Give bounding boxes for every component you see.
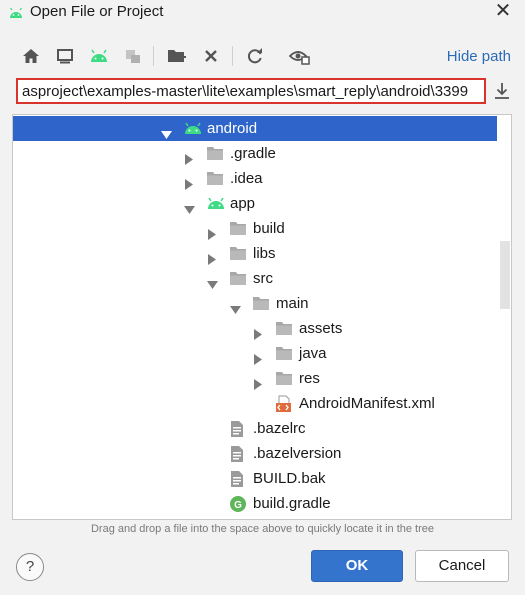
tree-row[interactable]: app	[13, 191, 497, 216]
folder-icon	[252, 295, 270, 312]
ok-button[interactable]: OK	[311, 550, 403, 582]
tree-row[interactable]: .gradle	[13, 141, 497, 166]
collapsed-arrow-icon[interactable]	[253, 348, 263, 365]
folder-icon	[229, 270, 247, 287]
folder-icon	[229, 220, 247, 237]
help-button[interactable]: ?	[16, 553, 44, 581]
android-icon	[10, 7, 22, 18]
collapsed-arrow-icon[interactable]	[253, 323, 263, 340]
tree-row-label: build	[253, 220, 285, 237]
path-input[interactable]	[18, 80, 484, 102]
tree-row[interactable]: BUILD.bak	[13, 466, 497, 491]
tree-row[interactable]: src	[13, 266, 497, 291]
expanded-arrow-icon[interactable]	[161, 123, 172, 139]
android-icon	[183, 120, 201, 137]
collapsed-arrow-icon[interactable]	[207, 223, 217, 240]
delete-icon[interactable]	[199, 44, 223, 68]
folder-icon	[206, 170, 224, 187]
close-icon[interactable]: ✕	[493, 1, 513, 22]
text-file-icon	[229, 420, 247, 437]
collapsed-arrow-icon[interactable]	[207, 248, 217, 265]
tree-row-label: libs	[253, 245, 276, 262]
tree-row-label: java	[299, 345, 327, 362]
xml-file-icon	[275, 395, 293, 412]
tree-row-label: main	[276, 295, 309, 312]
android-icon	[206, 195, 224, 212]
show-hidden-icon[interactable]	[288, 44, 312, 68]
title-bar: Open File or Project ✕	[0, 0, 525, 26]
tree-row-label: AndroidManifest.xml	[299, 395, 435, 412]
drag-drop-hint: Drag and drop a file into the space abov…	[90, 523, 435, 535]
module-icon[interactable]	[121, 44, 145, 68]
tree-row-label: BUILD.bak	[253, 470, 326, 487]
window-title: Open File or Project	[30, 3, 164, 20]
folder-icon	[206, 145, 224, 162]
desktop-icon[interactable]	[53, 44, 77, 68]
folder-icon	[229, 245, 247, 262]
tree-row-label: src	[253, 270, 273, 287]
toolbar: Hide path	[0, 40, 525, 72]
tree-row-label: app	[230, 195, 256, 212]
tree-row-label: build.gradle	[253, 495, 331, 512]
file-tree[interactable]: android .gradle .idea app build libs src main as…	[12, 114, 512, 520]
tree-row[interactable]: .idea	[13, 166, 497, 191]
tree-row-label: assets	[299, 320, 343, 337]
expanded-arrow-icon[interactable]	[207, 273, 218, 289]
hide-path-link[interactable]: Hide path	[447, 48, 511, 65]
text-file-icon	[229, 470, 247, 487]
collapsed-arrow-icon[interactable]	[184, 148, 194, 165]
tree-row[interactable]: .bazelversion	[13, 441, 497, 466]
tree-row[interactable]: res	[13, 366, 497, 391]
tree-row-label: .idea	[230, 170, 263, 187]
refresh-icon[interactable]	[243, 44, 267, 68]
tree-row[interactable]: java	[13, 341, 497, 366]
toolbar-separator	[232, 46, 233, 66]
collapsed-arrow-icon[interactable]	[184, 173, 194, 190]
home-icon[interactable]	[19, 44, 43, 68]
collapsed-arrow-icon[interactable]	[253, 373, 263, 390]
gradle-file-icon: G	[229, 495, 247, 512]
tree-row[interactable]: android	[13, 116, 497, 141]
tree-row[interactable]: libs	[13, 241, 497, 266]
download-icon[interactable]	[492, 81, 512, 101]
tree-row[interactable]: main	[13, 291, 497, 316]
toolbar-separator	[153, 46, 154, 66]
tree-row-label: android	[207, 120, 258, 137]
new-folder-icon[interactable]	[165, 44, 189, 68]
cancel-button[interactable]: Cancel	[415, 550, 509, 582]
open-file-dialog: Open File or Project ✕ Hide path 3399\as…	[0, 0, 525, 595]
svg-text:G: G	[234, 500, 242, 511]
tree-row-label: .gradle	[230, 145, 276, 162]
expanded-arrow-icon[interactable]	[230, 298, 241, 314]
folder-icon	[275, 320, 293, 337]
folder-icon	[275, 345, 293, 362]
tree-row-label: .bazelversion	[253, 445, 342, 462]
tree-row-label: .bazelrc	[253, 420, 306, 437]
expanded-arrow-icon[interactable]	[184, 198, 195, 214]
tree-row[interactable]: Gbuild.gradle	[13, 491, 497, 516]
tree-row[interactable]: AndroidManifest.xml	[13, 391, 497, 416]
tree-row-label: res	[299, 370, 320, 387]
tree-scrollbar[interactable]	[500, 241, 510, 309]
android-project-icon[interactable]	[87, 44, 111, 68]
tree-row[interactable]: build	[13, 216, 497, 241]
path-field-wrapper	[16, 78, 486, 104]
folder-icon	[275, 370, 293, 387]
tree-row[interactable]: .bazelrc	[13, 416, 497, 441]
tree-row[interactable]: assets	[13, 316, 497, 341]
text-file-icon	[229, 445, 247, 462]
